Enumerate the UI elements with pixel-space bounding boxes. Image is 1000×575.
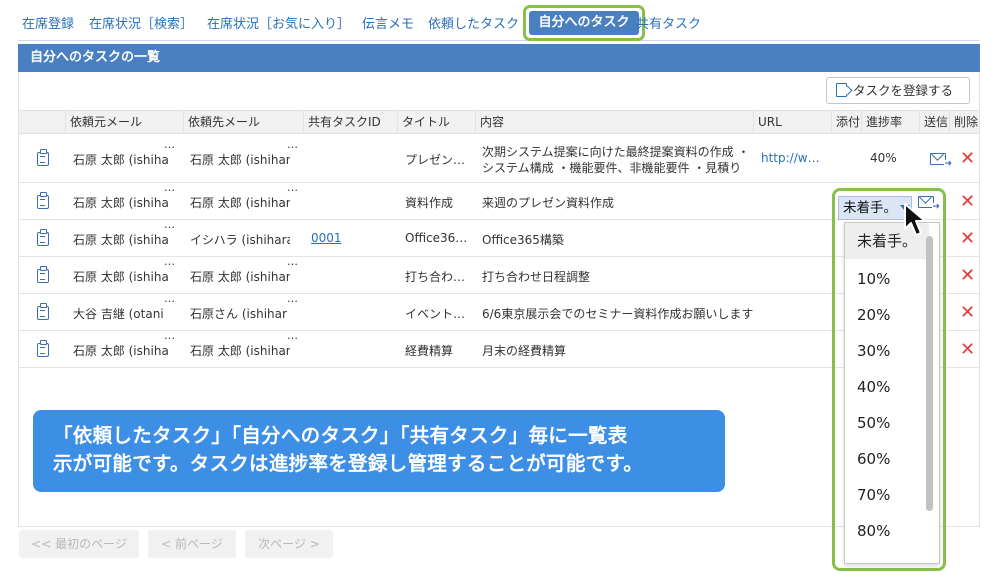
tab-requested-tasks[interactable]: 依頼したタスク [428, 13, 519, 32]
close-icon[interactable]: ✕ [960, 230, 975, 248]
clipboard-icon[interactable] [37, 149, 49, 166]
task-url[interactable]: http://w… [761, 151, 820, 165]
prev-page-button[interactable]: < 前ページ [148, 530, 236, 558]
clipboard-icon[interactable] [37, 229, 49, 246]
task-title: プレゼン… [405, 153, 466, 167]
progress-option[interactable]: 50% [845, 405, 929, 441]
task-content: 来週のプレゼン資料作成 [482, 196, 615, 210]
task-content: 次期システム提案に向けた最終提案資料の作成 ・ [482, 145, 750, 159]
tab-bar: 在席登録 在席状況［検索］ 在席状況［お気に入り］ 伝言メモ 依頼したタスク 自… [18, 5, 980, 41]
task-content: 打ち合わせ日程調整 [482, 270, 591, 284]
table-row[interactable]: 石原 太郎 (ishiha … 石原 太郎 (ishihar … プレゼン… 次… [19, 134, 979, 183]
truncation-mark: … [287, 255, 298, 268]
mouse-pointer-icon [904, 203, 926, 236]
truncation-mark: … [164, 329, 175, 342]
mail-send-icon[interactable] [930, 153, 952, 169]
from-email: 石原 太郎 (ishiha [73, 196, 169, 210]
col-from-email[interactable]: 依頼元メール [65, 111, 142, 134]
close-icon[interactable]: ✕ [960, 304, 975, 322]
progress-option[interactable]: 10% [845, 261, 929, 297]
feature-callout: 「依頼したタスク」「自分へのタスク」「共有タスク」毎に一覧表 示が可能です。タス… [33, 410, 725, 492]
first-page-button[interactable]: << 最初のページ [19, 530, 139, 558]
progress-option[interactable]: 80% [845, 513, 929, 549]
to-email: 石原 太郎 (ishihar [190, 344, 290, 358]
task-content: Office365構築 [482, 233, 564, 247]
register-task-label: タスクを登録する [853, 83, 954, 98]
tab-shared-tasks[interactable]: 共有タスク [636, 13, 701, 32]
shared-task-id-link[interactable]: 0001 [311, 231, 342, 245]
from-email: 大谷 吉継 (otani [73, 307, 164, 321]
task-title: 打ち合わ… [405, 270, 466, 284]
task-title: 資料作成 [405, 196, 454, 210]
task-title: イベント… [405, 307, 466, 321]
truncation-mark: … [287, 181, 298, 194]
task-content: 6/6東京展示会でのセミナー資料作成お願いします [482, 307, 754, 321]
col-title[interactable]: タイトル [397, 111, 450, 134]
col-progress[interactable]: 進捗率 [861, 111, 902, 134]
from-email: 石原 太郎 (ishiha [73, 270, 169, 284]
truncation-mark: … [287, 138, 298, 151]
task-content-line2: システム構成 ・機能要件、非機能要件 ・見積り [482, 161, 742, 175]
truncation-mark: … [164, 218, 175, 231]
register-task-button[interactable]: タスクを登録する [826, 77, 970, 104]
close-icon[interactable]: ✕ [960, 193, 975, 211]
task-content: 月末の経費精算 [482, 344, 567, 358]
progress-option[interactable]: 30% [845, 333, 929, 369]
to-email: 石原 太郎 (ishihar [190, 196, 290, 210]
progress-option[interactable]: 40% [845, 369, 929, 405]
progress-option[interactable]: 60% [845, 441, 929, 477]
tab-my-tasks-highlight: 自分へのタスク [523, 5, 645, 41]
from-email: 石原 太郎 (ishiha [73, 153, 169, 167]
section-title: 自分へのタスクの一覧 [18, 44, 980, 72]
progress-option[interactable]: 70% [845, 477, 929, 513]
to-email: 石原さん (ishihar [190, 307, 287, 321]
col-url[interactable]: URL [753, 111, 782, 134]
tab-memo[interactable]: 伝言メモ [362, 13, 414, 32]
tab-presence-register[interactable]: 在席登録 [22, 13, 74, 32]
tab-presence-search[interactable]: 在席状況［検索］ [89, 13, 193, 32]
next-page-button[interactable]: 次ページ > [245, 530, 333, 558]
to-email: 石原 太郎 (ishihar [190, 270, 290, 284]
tab-presence-favorites[interactable]: 在席状況［お気に入り］ [207, 13, 350, 32]
close-icon[interactable]: ✕ [960, 267, 975, 285]
col-shared-task-id[interactable]: 共有タスクID [303, 111, 381, 134]
task-title: 経費精算 [405, 344, 454, 358]
to-email: 石原 太郎 (ishihar [190, 153, 290, 167]
truncation-mark: … [164, 292, 175, 305]
col-to-email[interactable]: 依頼先メール [183, 111, 260, 134]
dropdown-scrollbar[interactable] [926, 236, 933, 511]
close-icon[interactable]: ✕ [960, 341, 975, 359]
task-progress: 40% [870, 151, 897, 165]
truncation-mark: … [164, 255, 175, 268]
progress-option[interactable]: 20% [845, 297, 929, 333]
col-send: 送信 [919, 111, 948, 134]
to-email: イシハラ (ishihara [190, 233, 290, 247]
from-email: 石原 太郎 (ishiha [73, 344, 169, 358]
col-delete: 削除 [949, 111, 978, 134]
clipboard-icon[interactable] [37, 340, 49, 357]
col-content[interactable]: 内容 [475, 111, 504, 134]
truncation-mark: … [287, 292, 298, 305]
truncation-mark: … [164, 181, 175, 194]
close-icon[interactable]: ✕ [960, 150, 975, 168]
clipboard-icon[interactable] [37, 303, 49, 320]
document-icon [836, 83, 847, 97]
clipboard-icon[interactable] [37, 266, 49, 283]
clipboard-icon[interactable] [37, 192, 49, 209]
table-header: 依頼元メール 依頼先メール 共有タスクID タイトル 内容 URL 添付 進捗率… [19, 110, 979, 134]
col-attachment: 添付 [831, 111, 860, 134]
truncation-mark: … [164, 138, 175, 151]
tab-my-tasks[interactable]: 自分へのタスク [529, 11, 639, 35]
callout-line-1: 「依頼したタスク」「自分へのタスク」「共有タスク」毎に一覧表 [53, 424, 628, 447]
truncation-mark: … [287, 329, 298, 342]
from-email: 石原 太郎 (ishiha [73, 233, 169, 247]
callout-line-2: 示が可能です。タスクは進捗率を登録し管理することが可能です。 [53, 452, 644, 475]
task-title: Office36… [405, 231, 468, 245]
